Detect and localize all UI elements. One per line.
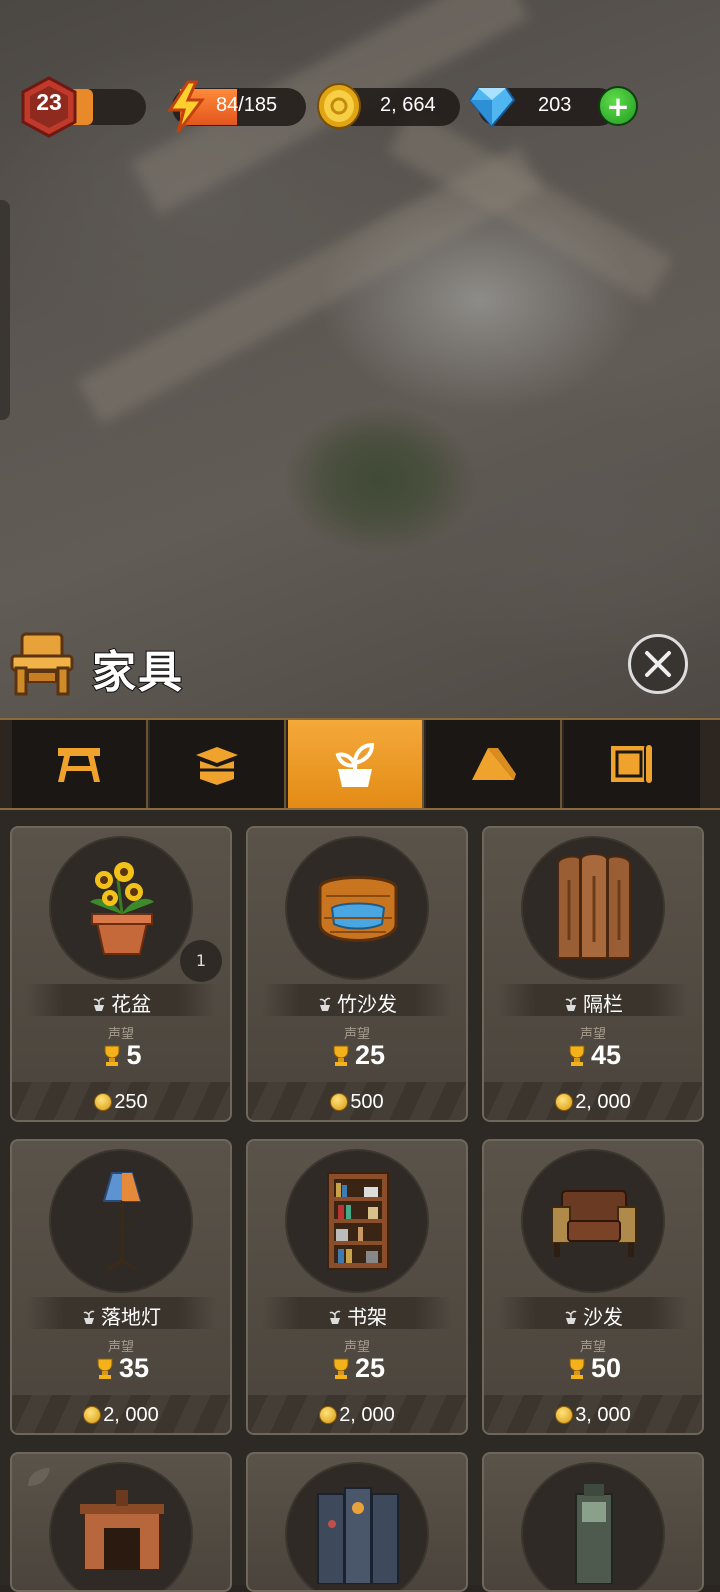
close-button[interactable] xyxy=(628,634,688,694)
coin-icon xyxy=(319,1406,338,1424)
coin-icon xyxy=(555,1093,574,1111)
close-icon xyxy=(645,651,671,677)
item-name: 落地灯 xyxy=(12,1301,230,1330)
trophy-icon xyxy=(569,1358,585,1379)
item-price: 2, 000 xyxy=(248,1404,466,1427)
coin-value: 2, 664 xyxy=(380,94,436,116)
panel-title: 家具 xyxy=(91,646,184,699)
player-level: 23 xyxy=(36,89,62,115)
box-icon xyxy=(196,747,238,785)
plant-pot-icon xyxy=(329,1310,341,1324)
tab-blueprints[interactable] xyxy=(564,720,700,808)
reputation-value: 5 xyxy=(12,1040,230,1071)
trophy-icon xyxy=(104,1045,120,1066)
plant-pot-icon xyxy=(565,997,577,1011)
fireplace-icon xyxy=(80,1490,164,1570)
item-card-sofa[interactable]: 沙发 声望 50 3, 000 xyxy=(482,1139,704,1435)
add-gems-button[interactable]: + xyxy=(598,86,638,126)
item-card-bamboo-sofa[interactable]: 竹沙发 声望 25 500 xyxy=(246,826,468,1122)
coin-icon xyxy=(83,1406,102,1424)
wicker-chair-icon xyxy=(318,876,398,942)
coin-icon xyxy=(94,1093,113,1111)
item-card-screen[interactable] xyxy=(246,1452,468,1592)
tab-tents[interactable] xyxy=(426,720,562,808)
item-card-floor-lamp[interactable]: 落地灯 声望 35 2, 000 xyxy=(10,1139,232,1435)
folding-screen-icon xyxy=(557,853,631,959)
reputation-value: 35 xyxy=(12,1353,230,1384)
tab-sawhorse[interactable] xyxy=(12,720,148,808)
diamond-icon xyxy=(468,87,516,128)
plant-pot-icon xyxy=(83,1310,95,1324)
chair-icon xyxy=(10,632,74,696)
gem-value: 203 xyxy=(538,94,572,116)
item-name: 沙发 xyxy=(484,1301,702,1330)
leaf-icon xyxy=(28,1468,50,1486)
item-card-fireplace[interactable] xyxy=(10,1452,232,1592)
coin-icon xyxy=(330,1093,349,1111)
side-drawer-handle[interactable] xyxy=(0,200,10,420)
plant-pot-icon xyxy=(335,742,375,787)
reputation-value: 45 xyxy=(484,1040,702,1071)
night-screen-icon xyxy=(317,1487,399,1584)
owned-count-badge: 1 xyxy=(180,940,222,982)
item-card-cabinet[interactable] xyxy=(482,1452,704,1592)
item-card-bookshelf[interactable]: 书架 声望 25 2, 000 xyxy=(246,1139,468,1435)
item-name: 隔栏 xyxy=(484,988,702,1017)
plant-pot-icon xyxy=(93,997,105,1011)
item-price: 3, 000 xyxy=(484,1404,702,1427)
armchair-sofa-icon xyxy=(551,1190,637,1257)
sunflower-pot-icon xyxy=(90,862,154,955)
bookshelf-icon xyxy=(327,1172,389,1270)
tall-cabinet-icon xyxy=(575,1484,613,1584)
item-name: 花盆 xyxy=(12,988,230,1017)
lightning-icon xyxy=(167,80,205,133)
tab-storage[interactable] xyxy=(150,720,286,808)
coin-icon xyxy=(555,1406,574,1424)
item-card-partition[interactable]: 隔栏 声望 45 2, 000 xyxy=(482,826,704,1122)
trophy-icon xyxy=(97,1358,113,1379)
trophy-icon xyxy=(333,1045,349,1066)
energy-value: 84/185 xyxy=(216,94,278,116)
coin-icon xyxy=(317,83,361,129)
item-name: 书架 xyxy=(248,1301,466,1330)
blueprint-icon xyxy=(611,743,654,785)
item-price: 2, 000 xyxy=(12,1404,230,1427)
floor-lamp-icon xyxy=(102,1172,142,1271)
item-name: 竹沙发 xyxy=(248,988,466,1017)
tab-plants[interactable] xyxy=(288,720,424,808)
item-price: 500 xyxy=(248,1091,466,1114)
plant-pot-icon xyxy=(319,997,331,1011)
trophy-icon xyxy=(333,1358,349,1379)
item-price: 250 xyxy=(12,1091,230,1114)
plant-pot-icon xyxy=(565,1310,577,1324)
reputation-value: 25 xyxy=(248,1353,466,1384)
trophy-icon xyxy=(569,1045,585,1066)
reputation-value: 25 xyxy=(248,1040,466,1071)
item-price: 2, 000 xyxy=(484,1091,702,1114)
reputation-value: 50 xyxy=(484,1353,702,1384)
tent-icon xyxy=(472,748,516,780)
sawhorse-icon xyxy=(58,748,100,782)
